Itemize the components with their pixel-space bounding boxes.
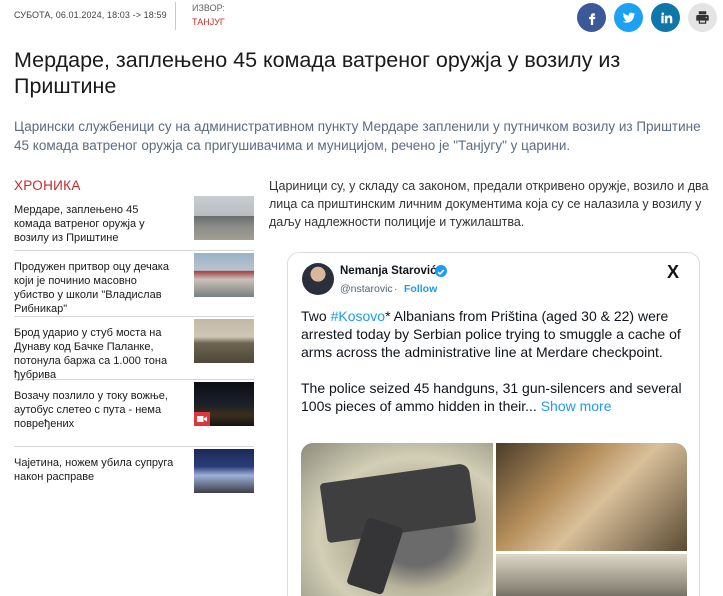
related-news-item[interactable]: Брод ударио у стуб моста на Дунаву код Б… xyxy=(14,317,254,381)
tweet-media-gallery[interactable] xyxy=(301,443,687,596)
tweet-photo[interactable] xyxy=(301,443,493,596)
facebook-icon xyxy=(588,12,595,25)
related-news-item[interactable]: Возачу позлило у току вожње, аутобус сле… xyxy=(14,380,254,447)
linkedin-share-button[interactable] xyxy=(651,3,680,32)
facebook-share-button[interactable] xyxy=(577,3,606,32)
related-news-list: Мердаре, заплењено 45 комада ватреног ор… xyxy=(14,194,254,497)
meta-divider xyxy=(175,2,176,30)
follow-link[interactable]: Follow xyxy=(404,283,437,295)
related-news-label[interactable]: Возачу позлило у току вожње, аутобус сле… xyxy=(14,380,174,446)
tweet-text-second-paragraph: The police seized 45 handguns, 31 gun-si… xyxy=(301,380,682,414)
related-news-label[interactable]: Продужен притвор оцу дечака који је почи… xyxy=(14,251,174,316)
source-name: ТАНЈУГ xyxy=(192,17,225,27)
print-button[interactable] xyxy=(688,3,717,32)
related-news-item[interactable]: Мердаре, заплењено 45 комада ватреног ор… xyxy=(14,194,254,251)
hashtag-link[interactable]: #Kosovo xyxy=(331,308,385,324)
tweet-author-handle[interactable]: @nstarovic xyxy=(340,283,393,295)
tweet-photo[interactable] xyxy=(496,443,687,551)
news-thumbnail[interactable] xyxy=(194,196,254,240)
related-news-label[interactable]: Чајетина, ножем убила супруга након расп… xyxy=(14,447,174,497)
news-thumbnail[interactable] xyxy=(194,449,254,493)
tweet-author-name[interactable]: Nemanja Starović xyxy=(340,265,437,277)
news-thumbnail[interactable] xyxy=(194,253,254,297)
twitter-icon xyxy=(622,12,636,23)
article-title: Мердаре, заплењено 45 комада ватреног ор… xyxy=(14,48,621,98)
tweet-text: Two #Kosovo* Albanians from Priština (ag… xyxy=(301,307,693,415)
twitter-share-button[interactable] xyxy=(614,3,643,32)
tweet-photo[interactable] xyxy=(496,554,687,596)
linkedin-icon xyxy=(660,11,672,23)
news-thumbnail[interactable] xyxy=(194,382,254,426)
print-icon xyxy=(696,11,709,24)
related-news-item[interactable]: Продужен притвор оцу дечака који је почи… xyxy=(14,251,254,317)
related-news-label[interactable]: Мердаре, заплењено 45 комада ватреног ор… xyxy=(14,194,174,250)
x-logo-icon[interactable]: X xyxy=(667,262,679,283)
show-more-link[interactable]: Show more xyxy=(541,398,612,414)
source-label: ИЗВОР: xyxy=(192,3,225,13)
news-thumbnail[interactable] xyxy=(194,319,254,363)
related-news-label[interactable]: Брод ударио у стуб моста на Дунаву код Б… xyxy=(14,317,174,381)
tweet-text-start: Two xyxy=(301,308,331,324)
separator-dot: · xyxy=(394,283,398,295)
article-body: Цариници су, у складу са законом, предал… xyxy=(269,179,709,229)
tweet-avatar[interactable] xyxy=(302,263,334,295)
related-news-item[interactable]: Чајетина, ножем убила супруга након расп… xyxy=(14,447,254,497)
publish-date: СУБОТА, 06.01.2024, 18:03 -> 18:59 xyxy=(14,10,167,20)
article-lead: Царински службеници су на административн… xyxy=(14,119,701,153)
sidebar-section-title[interactable]: ХРОНИКА xyxy=(14,178,81,193)
verified-badge-icon xyxy=(435,265,447,277)
embedded-tweet[interactable]: Nemanja Starović @nstarovic · Follow X T… xyxy=(287,252,700,596)
video-icon xyxy=(194,412,210,426)
